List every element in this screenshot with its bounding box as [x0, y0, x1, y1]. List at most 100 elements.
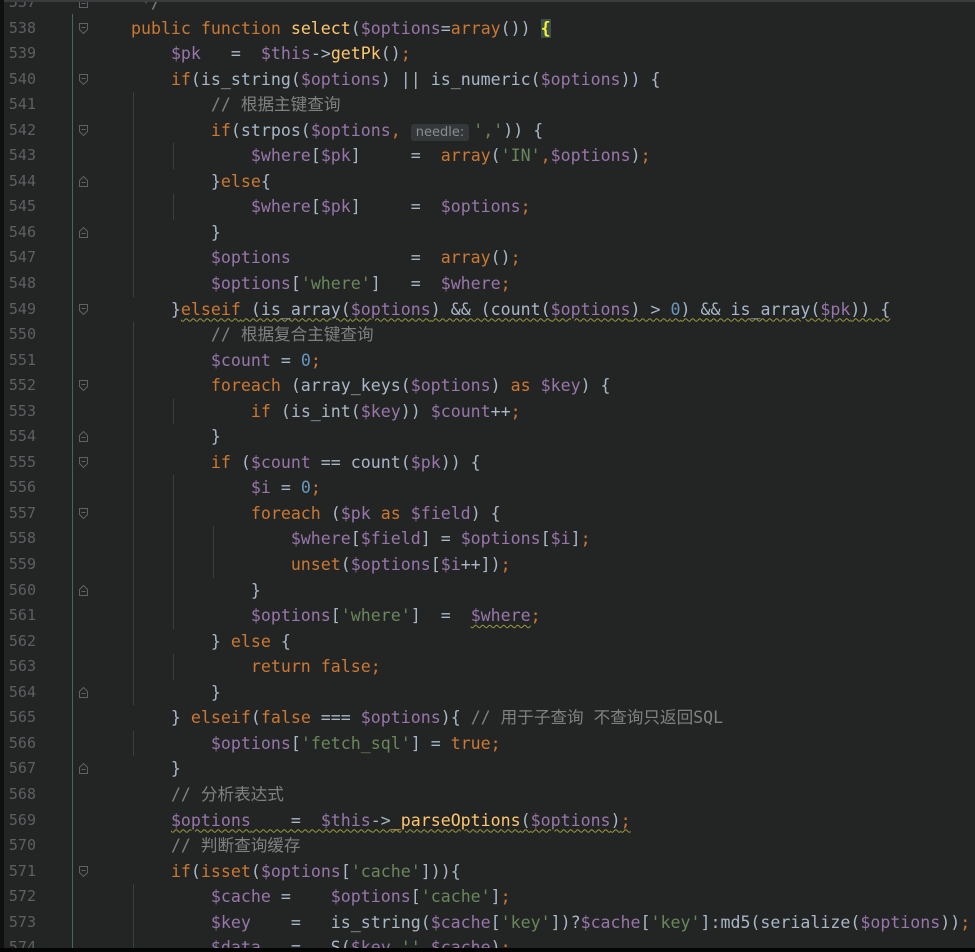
code-token: $where: [250, 146, 311, 166]
fold-open-icon[interactable]: [79, 865, 88, 877]
code-token: =: [270, 350, 301, 370]
code-token: }: [91, 580, 261, 600]
code-token: ;: [640, 146, 651, 166]
code-text: $key = is_string($cache['key'])?$cache['…: [91, 910, 970, 936]
code-token: (: [350, 18, 361, 38]
fold-open-icon[interactable]: [79, 124, 88, 136]
fold-open-icon[interactable]: [79, 380, 88, 392]
fold-close-icon[interactable]: [79, 686, 88, 698]
code-token: }: [91, 682, 221, 702]
code-text: $count = 0;: [91, 348, 321, 374]
code-token: ,: [390, 938, 401, 948]
code-token: // 分析表达式: [170, 784, 284, 804]
line-number: 570: [8, 836, 36, 855]
code-token: ,: [420, 938, 431, 948]
code-token: foreach: [210, 376, 281, 396]
code-text: }: [91, 220, 221, 246]
code-token: 'fetch_sql': [300, 733, 411, 753]
code-token: = S(: [260, 938, 351, 948]
fold-close-icon[interactable]: [79, 763, 88, 775]
code-token: $where: [440, 274, 501, 294]
code-token: $options: [410, 376, 491, 396]
line-number: 537: [8, 0, 36, 11]
fold-close-icon[interactable]: [79, 226, 88, 238]
code-editor[interactable]: 537 */538 public function select($option…: [0, 0, 975, 948]
code-token: ): [490, 376, 511, 396]
code-token: ->: [370, 810, 391, 830]
code-text: $data = S($key,'',$cache);: [91, 935, 511, 948]
code-text: // 分析表达式: [91, 782, 284, 808]
code-text: $pk = $this->getPk();: [91, 41, 411, 67]
code-token: $options: [360, 18, 441, 38]
line-number: 567: [8, 759, 36, 778]
code-token: ] =: [410, 606, 471, 626]
code-text: }: [91, 578, 261, 604]
fold-open-icon[interactable]: [79, 303, 88, 315]
code-token: $pk: [410, 452, 441, 472]
code-token: isset: [200, 861, 251, 881]
code-token: if: [210, 120, 231, 140]
code-text: // 根据主键查询: [91, 92, 341, 118]
code-token: $key: [540, 376, 581, 396]
code-token: ;: [530, 606, 541, 626]
code-token: (strpos(: [230, 120, 311, 140]
fold-open-icon[interactable]: [79, 507, 88, 519]
code-token: $options: [540, 69, 621, 89]
code-token: $cache: [430, 938, 491, 948]
fold-open-icon[interactable]: [79, 456, 88, 468]
code-token: $key: [210, 912, 251, 932]
code-token: array: [440, 146, 491, 166]
code-text: public function select($options=array())…: [91, 16, 551, 42]
code-token: 'where': [340, 606, 411, 626]
code-token: array: [450, 18, 501, 38]
window-bottom-edge: [0, 948, 975, 952]
code-token: [: [430, 555, 441, 575]
code-token: (): [490, 248, 511, 268]
code-token: ] =: [410, 733, 451, 753]
code-token: $options: [260, 861, 341, 881]
code-token: ) && is_array(: [680, 299, 821, 319]
line-number: 540: [8, 69, 36, 88]
code-token: $key: [360, 401, 401, 421]
parameter-hint: needle:: [410, 123, 470, 141]
code-token: ;: [500, 555, 511, 575]
code-token: (: [520, 810, 531, 830]
line-number: 560: [8, 580, 36, 599]
code-token: 'key': [500, 912, 551, 932]
editor-top-border: [0, 0, 975, 2]
code-token: ;: [580, 529, 591, 549]
code-text: } elseif(false === $options){ // 用于子查询 不…: [91, 705, 723, 731]
code-token: $pk: [170, 44, 201, 64]
code-token: $cache: [580, 912, 641, 932]
code-token: $options: [360, 708, 441, 728]
fold-close-icon[interactable]: [79, 584, 88, 596]
code-token: ) >: [630, 299, 671, 319]
code-text: $options = $this->_parseOptions($options…: [91, 808, 631, 834]
line-number: 556: [8, 478, 36, 497]
code-token: $pk: [340, 503, 381, 523]
line-number: 541: [8, 95, 36, 114]
line-number: 564: [8, 682, 36, 701]
code-token: )) {: [503, 120, 544, 140]
fold-close-icon[interactable]: [79, 175, 88, 187]
code-token: _parseOptions: [390, 810, 521, 830]
code-token: [: [290, 733, 301, 753]
fold-open-icon[interactable]: [79, 22, 88, 34]
fold-close-icon[interactable]: [79, 431, 88, 443]
line-number: 557: [8, 503, 36, 522]
code-token: $options: [210, 248, 291, 268]
line-number: 565: [8, 708, 36, 727]
code-text: $options['where'] = $where;: [91, 271, 511, 297]
fold-open-icon[interactable]: [79, 73, 88, 85]
